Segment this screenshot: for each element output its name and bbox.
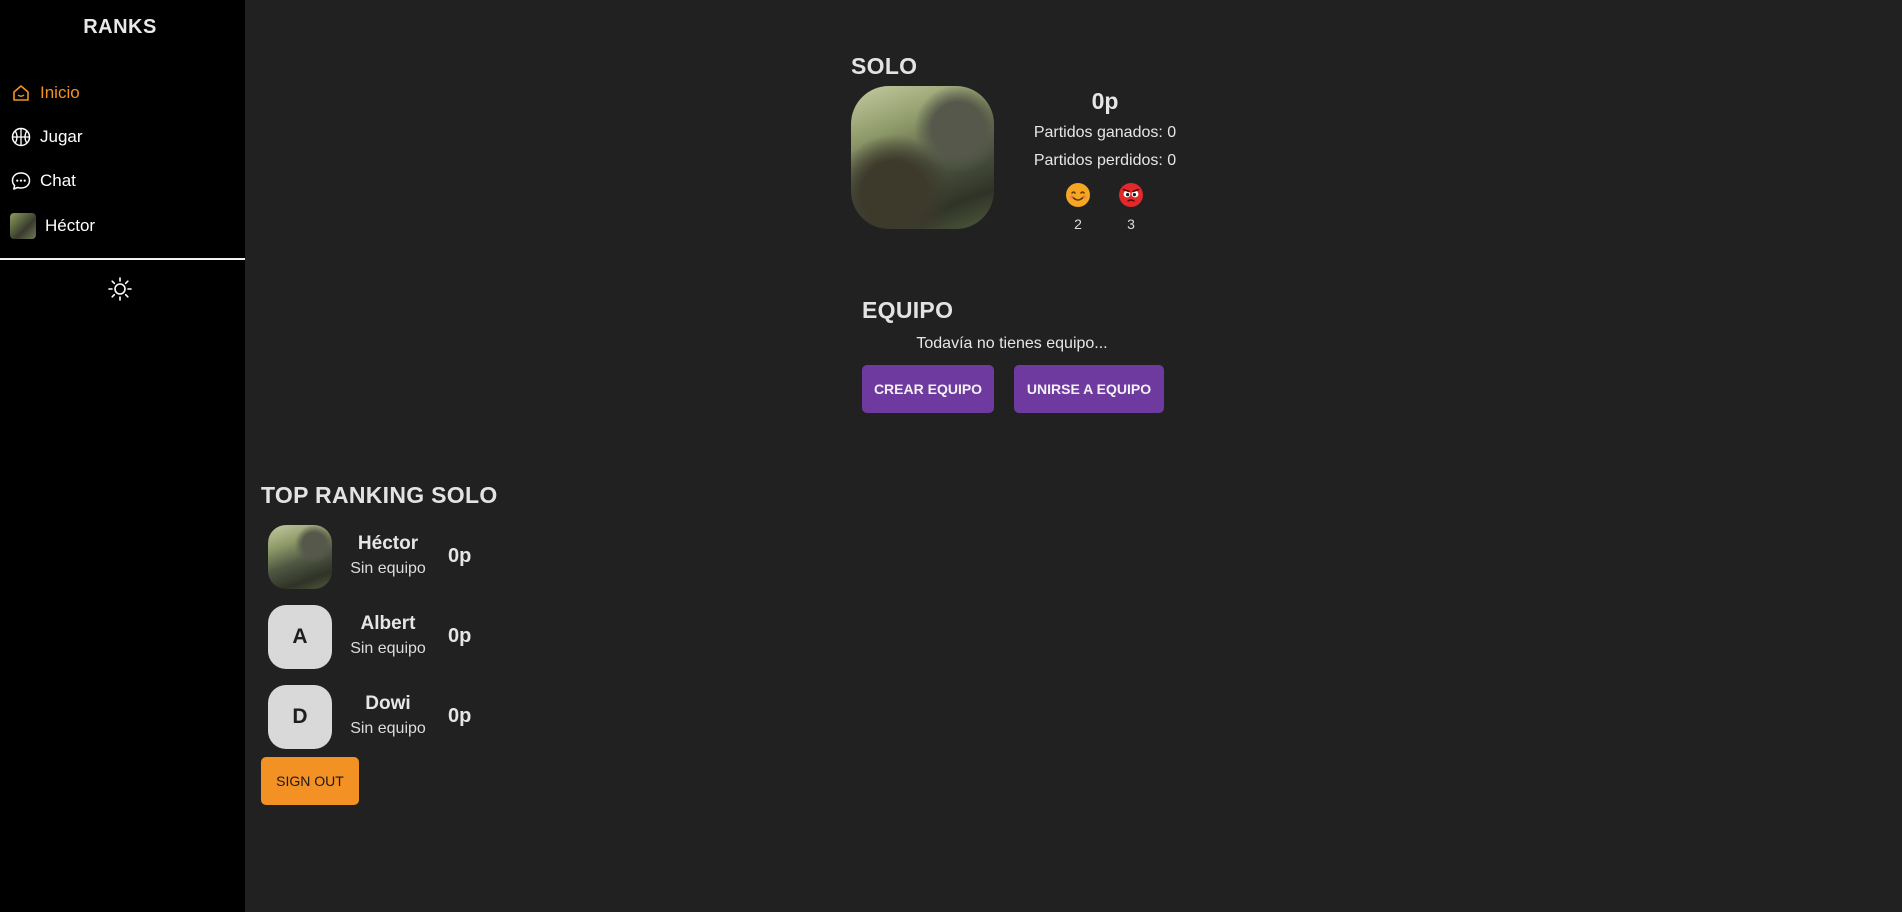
reaction-angry: 3 [1116,182,1146,232]
sidebar-item-profile[interactable]: Héctor [10,211,95,241]
sun-icon [108,277,132,301]
no-team-message: Todavía no tienes equipo... [916,335,1108,352]
user-avatar [10,213,36,239]
sidebar-item-label: Jugar [40,127,83,146]
player-name: Héctor [357,533,419,554]
sidebar: RANKS Inicio Jugar Chat Héctor [0,0,245,912]
player-points: 0p [448,625,472,647]
solo-title: SOLO [851,53,918,79]
ranking-title: TOP RANKING SOLO [261,482,498,508]
avatar: D [268,685,332,749]
sidebar-item-label: Chat [40,171,76,190]
sidebar-item-label: Héctor [45,216,96,235]
solo-points: 0p [1091,88,1119,114]
sidebar-item-jugar[interactable]: Jugar [10,122,83,152]
angry-face-icon [1119,183,1143,207]
profile-photo [851,86,994,229]
smiling-face-icon [1066,183,1090,207]
matches-won: Partidos ganados: 0 [1033,124,1177,141]
create-team-button[interactable]: CREAR EQUIPO [862,365,994,413]
matches-lost: Partidos perdidos: 0 [1033,152,1177,169]
reaction-count: 2 [1074,216,1082,232]
brand-title: RANKS [83,16,157,38]
team-title: EQUIPO [862,297,954,323]
player-name: Dowi [365,693,411,714]
basketball-icon [10,126,32,148]
home-icon [10,82,32,104]
player-name: Albert [360,613,416,634]
sidebar-item-label: Inicio [40,83,80,102]
sign-out-button[interactable]: SIGN OUT [261,757,359,805]
ranking-row[interactable]: A Albert Sin equipo 0p [268,605,508,669]
sidebar-item-chat[interactable]: Chat [10,166,76,196]
reaction-happy: 2 [1063,182,1093,232]
player-team: Sin equipo [350,560,426,577]
avatar: A [268,605,332,669]
player-team: Sin equipo [350,640,426,657]
avatar [268,525,332,589]
reaction-count: 3 [1127,216,1135,232]
ranking-row[interactable]: Héctor Sin equipo 0p [268,525,508,589]
player-points: 0p [448,705,472,727]
player-points: 0p [448,545,472,567]
chat-bubble-icon [10,170,32,192]
sidebar-divider [0,258,245,260]
sidebar-item-inicio[interactable]: Inicio [10,78,80,108]
player-team: Sin equipo [350,720,426,737]
join-team-button[interactable]: UNIRSE A EQUIPO [1014,365,1164,413]
ranking-row[interactable]: D Dowi Sin equipo 0p [268,685,508,749]
theme-toggle-button[interactable] [107,276,133,302]
